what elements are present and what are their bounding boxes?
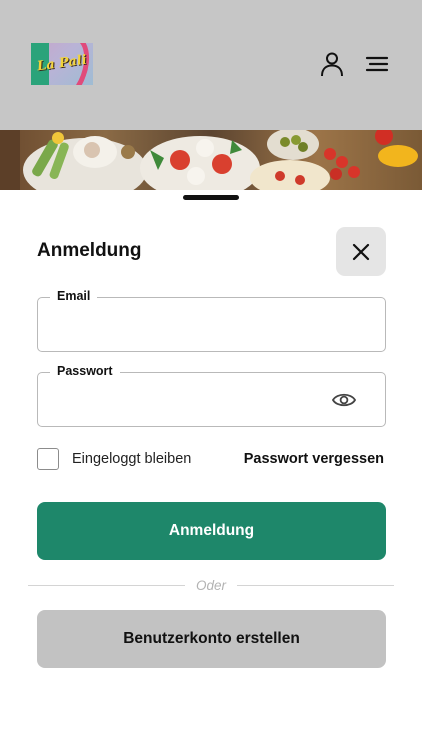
create-account-button[interactable]: Benutzerkonto erstellen [37,610,386,668]
eye-icon[interactable] [332,391,356,409]
hamburger-menu-icon[interactable] [364,51,390,77]
login-title: Anmeldung [37,240,142,261]
password-label: Passwort [50,364,120,378]
remember-checkbox[interactable] [37,448,59,470]
email-label: Email [50,289,98,303]
password-input[interactable] [50,387,334,415]
email-input[interactable] [50,312,334,340]
or-divider: Oder [28,576,394,596]
sheet-grabber[interactable] [183,195,239,200]
user-icon[interactable] [319,51,345,77]
login-button[interactable]: Anmeldung [37,502,386,560]
close-icon [352,243,370,260]
close-button[interactable] [336,227,386,276]
divider-line-right [237,585,394,586]
remember-row: Eingeloggt bleiben Passwort vergessen [37,448,384,470]
app-header: La Pali [0,0,422,130]
food-platter-image [0,130,418,192]
food-banner [0,130,422,192]
password-field: Passwort [37,364,386,427]
login-sheet: Anmeldung Email Passwort Eingeloggt blei… [0,190,422,750]
remember-label[interactable]: Eingeloggt bleiben [72,451,191,467]
email-field: Email [37,289,386,352]
logo[interactable]: La Pali [31,43,93,85]
forgot-password-link[interactable]: Passwort vergessen [244,451,384,467]
